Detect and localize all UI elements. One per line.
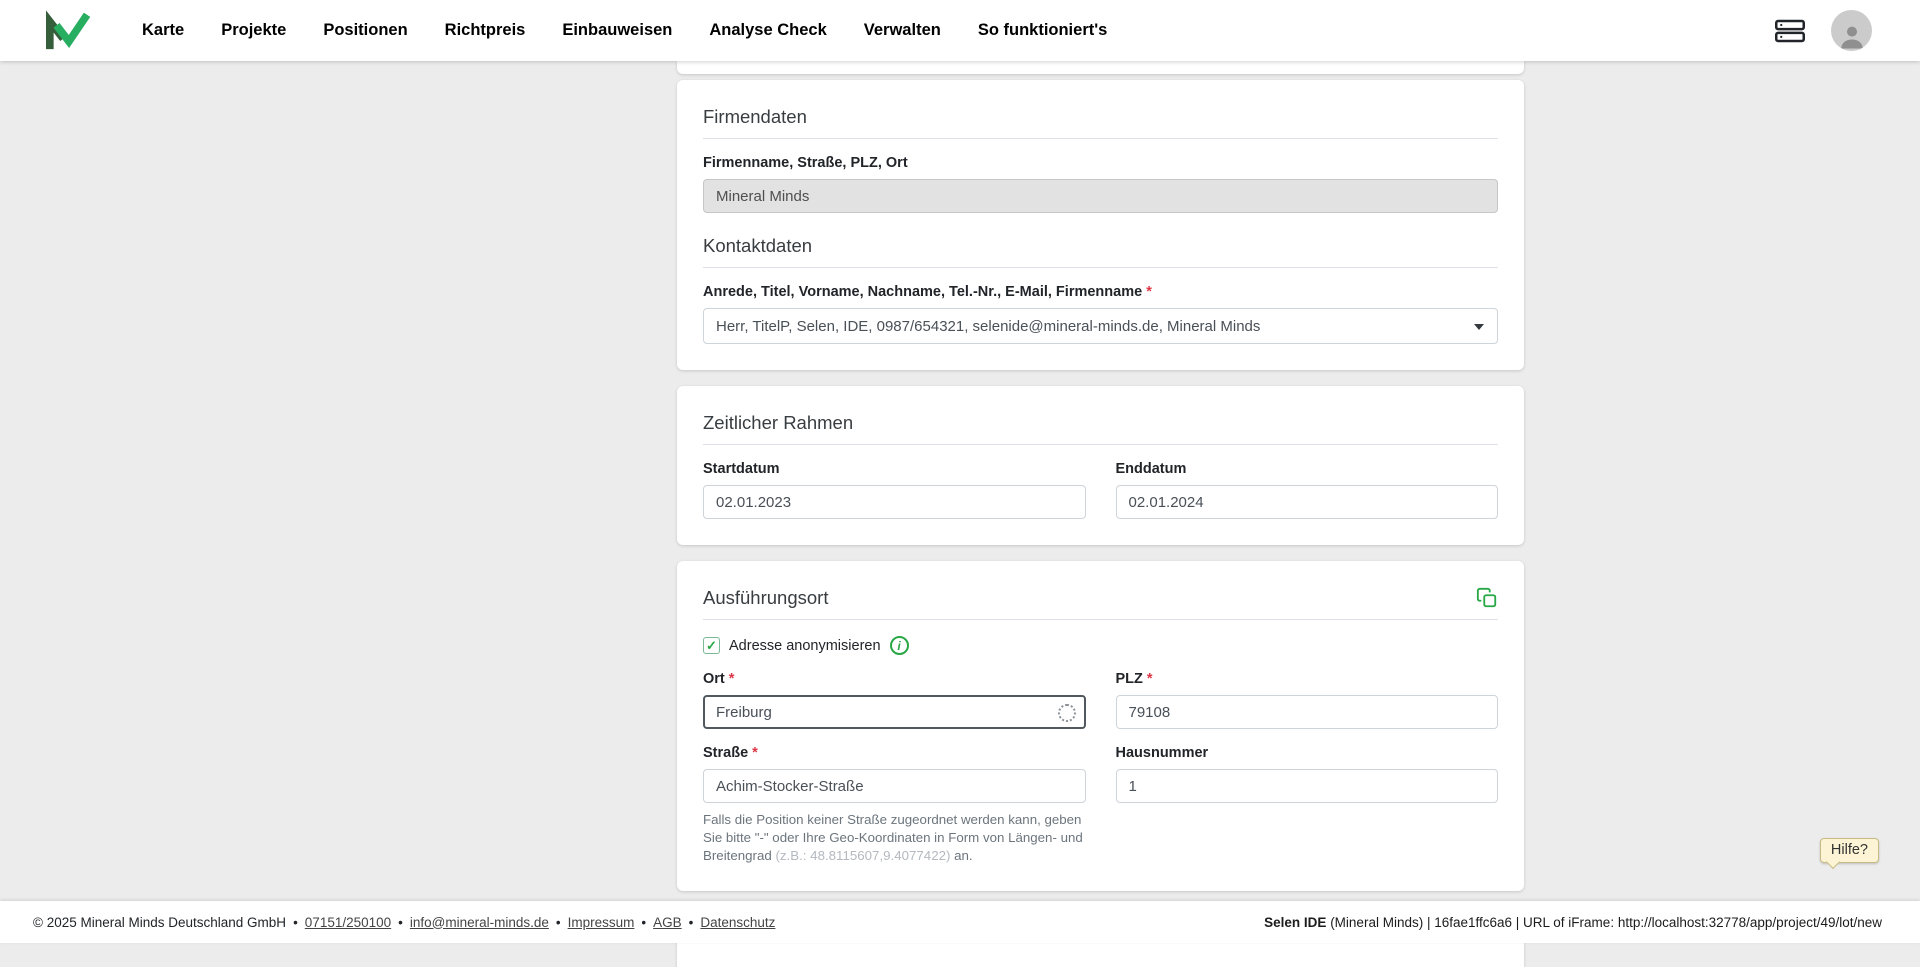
strasse-input[interactable] xyxy=(703,769,1086,803)
spinner-icon xyxy=(1058,704,1076,722)
iframe-url-text: (Mineral Minds) | 16fae1ffc6a6 | URL of … xyxy=(1326,915,1882,930)
firmenname-label-text: Firmenname, Straße, PLZ, Ort xyxy=(703,155,908,171)
strasse-field: Straße * Falls die Position keiner Straß… xyxy=(703,745,1086,865)
ort-field: Ort * xyxy=(703,671,1086,729)
info-icon-glyph: i xyxy=(897,639,900,653)
ausfuehrungsort-title-row: Ausführungsort xyxy=(703,587,1498,609)
footer: © 2025 Mineral Minds Deutschland GmbH • … xyxy=(0,901,1920,943)
top-navbar: Karte Projekte Positionen Richtpreis Ein… xyxy=(0,0,1920,61)
startdatum-field: Startdatum xyxy=(703,461,1086,519)
strasse-hint: Falls die Position keiner Straße zugeord… xyxy=(703,811,1086,865)
form-column: Firmendaten Firmenname, Straße, PLZ, Ort… xyxy=(677,61,1524,967)
startdatum-label-text: Startdatum xyxy=(703,461,780,477)
card-zeitlicher-rahmen: Zeitlicher Rahmen Startdatum Enddatum xyxy=(677,386,1524,545)
hausnummer-label: Hausnummer xyxy=(1116,745,1499,761)
separator-dot: • xyxy=(293,915,298,930)
footer-link-email[interactable]: info@mineral-minds.de xyxy=(410,915,549,930)
kontakt-label: Anrede, Titel, Vorname, Nachname, Tel.-N… xyxy=(703,284,1498,300)
separator-dot: • xyxy=(556,915,561,930)
nav-item-einbauweisen[interactable]: Einbauweisen xyxy=(562,21,672,40)
hint-example-text: (z.B.: 48.8115607,9.4077422) xyxy=(775,848,950,863)
plz-label-text: PLZ xyxy=(1116,671,1143,687)
help-button[interactable]: Hilfe? xyxy=(1820,838,1879,863)
info-icon[interactable]: i xyxy=(890,636,909,655)
required-marker: * xyxy=(1147,671,1153,687)
footer-status: Selen IDE (Mineral Minds) | 16fae1ffc6a6… xyxy=(1264,915,1882,930)
divider xyxy=(703,267,1498,268)
main-nav: Karte Projekte Positionen Richtpreis Ein… xyxy=(142,21,1107,40)
anonymize-checkbox[interactable]: ✓ xyxy=(703,637,720,654)
card-firmendaten: Firmendaten Firmenname, Straße, PLZ, Ort… xyxy=(677,80,1524,370)
hint-end-text: an. xyxy=(950,848,972,863)
plz-field: PLZ * xyxy=(1116,671,1499,729)
nav-item-analyse-check[interactable]: Analyse Check xyxy=(709,21,826,40)
nav-item-positionen[interactable]: Positionen xyxy=(323,21,407,40)
nav-item-projekte[interactable]: Projekte xyxy=(221,21,286,40)
section-title-zeitlicher-rahmen: Zeitlicher Rahmen xyxy=(703,412,1498,434)
check-icon: ✓ xyxy=(706,639,717,652)
required-marker: * xyxy=(752,745,758,761)
caret-down-icon xyxy=(1474,324,1484,330)
enddatum-label-text: Enddatum xyxy=(1116,461,1187,477)
separator-dot: • xyxy=(689,915,694,930)
kontakt-select-value: Herr, TitelP, Selen, IDE, 0987/654321, s… xyxy=(716,318,1260,335)
nav-item-richtpreis[interactable]: Richtpreis xyxy=(445,21,526,40)
section-title-kontaktdaten: Kontaktdaten xyxy=(703,235,1498,257)
navbar-right xyxy=(1775,10,1872,51)
ort-input[interactable] xyxy=(703,695,1086,729)
divider xyxy=(703,619,1498,620)
plz-input[interactable] xyxy=(1116,695,1499,729)
kontakt-label-text: Anrede, Titel, Vorname, Nachname, Tel.-N… xyxy=(703,284,1142,300)
footer-link-datenschutz[interactable]: Datenschutz xyxy=(700,915,775,930)
hausnummer-label-text: Hausnummer xyxy=(1116,745,1209,761)
server-icon[interactable] xyxy=(1775,18,1805,44)
ort-input-wrap xyxy=(703,695,1086,729)
footer-link-phone[interactable]: 07151/250100 xyxy=(305,915,391,930)
footer-link-agb[interactable]: AGB xyxy=(653,915,682,930)
startdatum-input[interactable] xyxy=(703,485,1086,519)
nav-item-karte[interactable]: Karte xyxy=(142,21,184,40)
firmenname-input xyxy=(703,179,1498,213)
anonymize-label: Adresse anonymisieren xyxy=(729,638,881,654)
hausnummer-input[interactable] xyxy=(1116,769,1499,803)
startdatum-label: Startdatum xyxy=(703,461,1086,477)
section-title-firmendaten: Firmendaten xyxy=(703,106,1498,128)
copyright-text: © 2025 Mineral Minds Deutschland GmbH xyxy=(33,915,286,930)
date-grid: Startdatum Enddatum xyxy=(703,461,1498,519)
nav-item-verwalten[interactable]: Verwalten xyxy=(864,21,941,40)
ide-name-text: Selen IDE xyxy=(1264,915,1326,930)
mineral-minds-logo-icon xyxy=(44,10,90,52)
card-ausfuehrungsort: Ausführungsort ✓ Adresse anonymisieren i… xyxy=(677,561,1524,891)
separator-dot: • xyxy=(398,915,403,930)
nav-item-so-funktionierts[interactable]: So funktioniert's xyxy=(978,21,1108,40)
copy-icon[interactable] xyxy=(1476,587,1498,609)
brand-logo[interactable] xyxy=(44,10,90,52)
required-marker: * xyxy=(1146,284,1152,300)
enddatum-input[interactable] xyxy=(1116,485,1499,519)
enddatum-field: Enddatum xyxy=(1116,461,1499,519)
card-partial-top xyxy=(677,61,1524,74)
anonymize-row: ✓ Adresse anonymisieren i xyxy=(703,636,1498,655)
divider xyxy=(703,138,1498,139)
section-title-ausfuehrungsort: Ausführungsort xyxy=(703,587,828,609)
enddatum-label: Enddatum xyxy=(1116,461,1499,477)
ort-label: Ort * xyxy=(703,671,1086,687)
footer-left: © 2025 Mineral Minds Deutschland GmbH • … xyxy=(33,915,775,930)
firmenname-label: Firmenname, Straße, PLZ, Ort xyxy=(703,155,1498,171)
plz-label: PLZ * xyxy=(1116,671,1499,687)
hausnummer-field: Hausnummer xyxy=(1116,745,1499,803)
strasse-label: Straße * xyxy=(703,745,1086,761)
strasse-label-text: Straße xyxy=(703,745,748,761)
avatar[interactable] xyxy=(1831,10,1872,51)
kontakt-select[interactable]: Herr, TitelP, Selen, IDE, 0987/654321, s… xyxy=(703,308,1498,344)
address-grid: Ort * PLZ * Straße * Falls die Position … xyxy=(703,671,1498,865)
divider xyxy=(703,444,1498,445)
footer-link-impressum[interactable]: Impressum xyxy=(568,915,635,930)
required-marker: * xyxy=(729,671,735,687)
separator-dot: • xyxy=(641,915,646,930)
ort-label-text: Ort xyxy=(703,671,725,687)
